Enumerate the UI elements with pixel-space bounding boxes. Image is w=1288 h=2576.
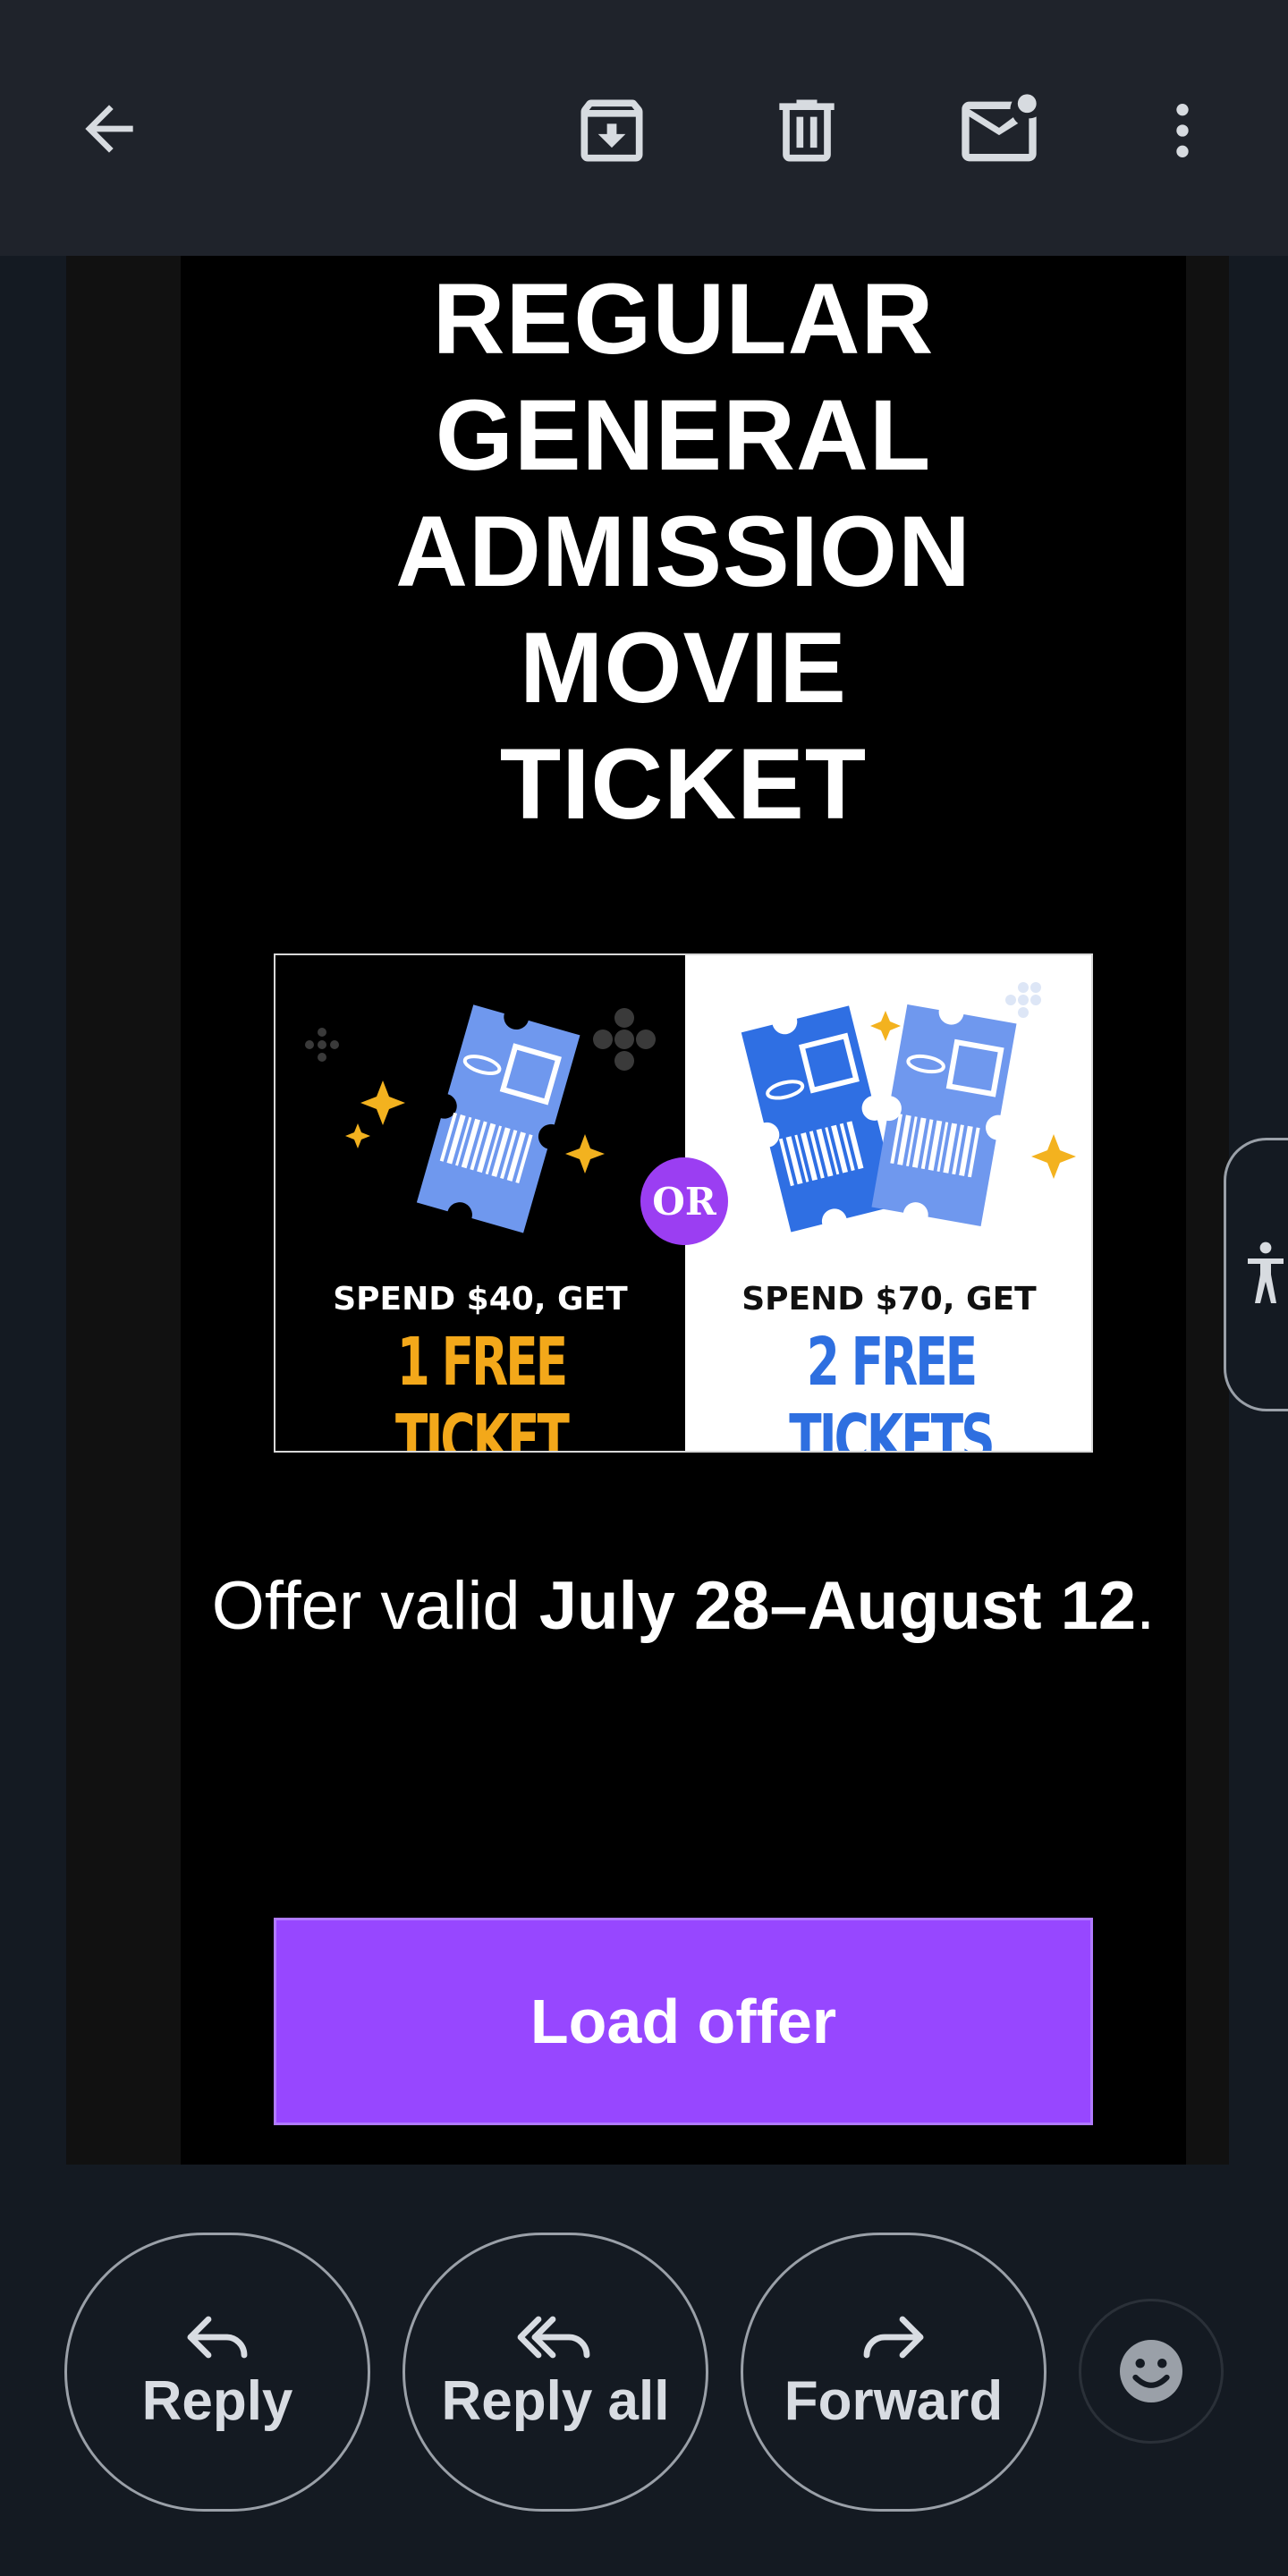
validity-suffix: . [1136, 1568, 1156, 1644]
trash-icon[interactable] [762, 86, 852, 175]
forward-button[interactable]: Forward [741, 2233, 1046, 2512]
reply-all-icon [517, 2316, 590, 2358]
smiley-icon [1120, 2340, 1182, 2402]
reply-label: Reply [141, 2369, 293, 2432]
or-badge: OR [640, 1157, 728, 1245]
forward-icon [863, 2316, 924, 2358]
single-ticket-illustration [305, 1004, 656, 1233]
reply-icon [187, 2316, 248, 2358]
validity-prefix: Offer valid [211, 1568, 539, 1644]
offer-right-free-text: 2 FREE TICKETS [789, 1324, 995, 1453]
offer-left-free-text: 1 FREE TICKET [394, 1324, 570, 1453]
validity-dates: July 28–August 12 [538, 1568, 1137, 1644]
headline-line: MOVIE [520, 612, 847, 724]
offer-banner-image[interactable]: SPEND $40, GET 1 FREE TICKET SPEND $70, … [274, 953, 1093, 1453]
top-app-bar [0, 0, 1288, 256]
archive-icon[interactable] [567, 86, 657, 175]
arrow-left-icon[interactable] [66, 86, 152, 172]
headline-line: TICKET [499, 728, 868, 840]
forward-label: Forward [784, 2369, 1004, 2432]
mail-unread-icon[interactable] [950, 82, 1048, 181]
email-headline: REGULAR GENERAL ADMISSION MOVIE TICKET [181, 261, 1186, 843]
offer-panel-two-tickets: SPEND $70, GET 2 FREE TICKETS [685, 955, 1091, 1453]
reply-all-label: Reply all [441, 2369, 670, 2432]
accessibility-icon [1247, 1241, 1284, 1303]
more-vertical-icon[interactable] [1140, 86, 1225, 175]
headline-line: REGULAR [432, 263, 935, 375]
offer-panel-one-ticket: SPEND $40, GET 1 FREE TICKET [275, 955, 685, 1451]
double-ticket-illustration [741, 982, 1076, 1233]
reply-all-button[interactable]: Reply all [402, 2233, 708, 2512]
headline-line: GENERAL [435, 379, 932, 491]
offer-left-spend-text: SPEND $40, GET [333, 1281, 628, 1318]
load-offer-button[interactable]: Load offer [274, 1918, 1093, 2125]
offer-validity-text: Offer valid July 28–August 12. [181, 1556, 1186, 1657]
accessibility-tab[interactable] [1224, 1138, 1288, 1411]
headline-line: ADMISSION [395, 496, 971, 607]
emoji-reaction-button[interactable] [1079, 2299, 1224, 2444]
offer-right-spend-text: SPEND $70, GET [741, 1281, 1037, 1318]
reply-button[interactable]: Reply [64, 2233, 370, 2512]
